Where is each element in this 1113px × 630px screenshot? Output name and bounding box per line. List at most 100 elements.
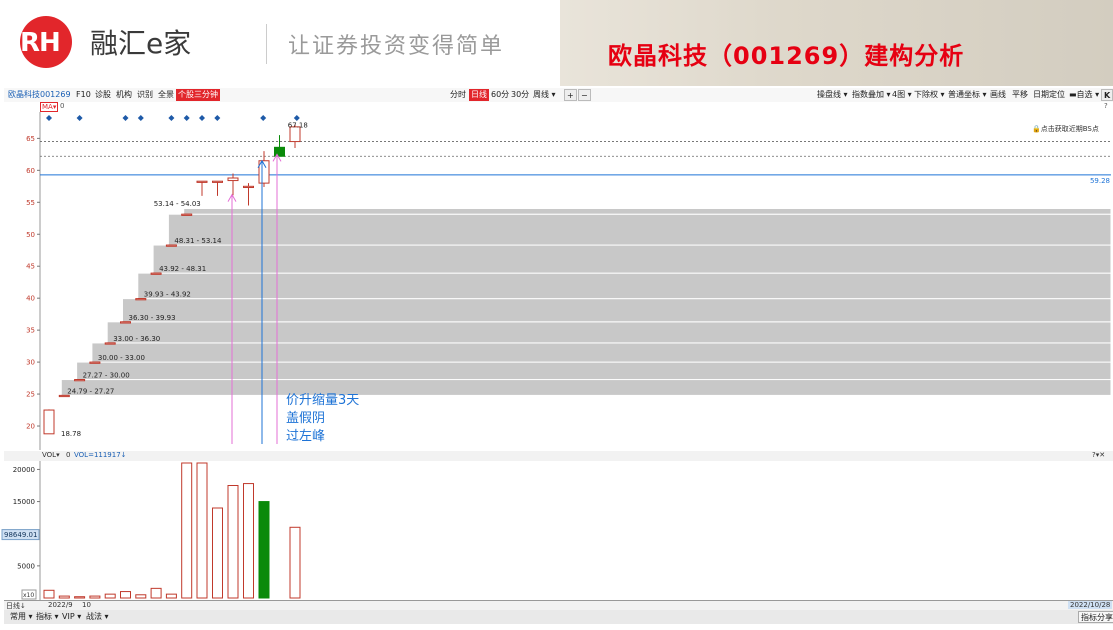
logo-mark: RH [20,28,61,58]
vol-value: 0 [66,451,71,459]
volume-bar [43,589,55,599]
price-tick-label: 55 [26,199,35,207]
step-label: 48.31 - 53.14 [174,237,222,245]
step-label: 30.00 - 33.00 [98,354,145,362]
volume-bar [104,593,116,599]
toolbar-item-three-minutes[interactable]: 个股三分钟 [176,89,220,101]
zoom-out-button[interactable]: − [578,89,591,101]
low-price-label: 18.78 [61,430,81,438]
period-tab-60min[interactable]: 60分 [489,89,511,101]
toolbar-item-institution[interactable]: 机构 [114,89,134,101]
price-tick-label: 20 [26,423,35,431]
collapse-icon[interactable]: K [1101,89,1113,101]
vol-tick-label: 5000 [17,562,35,570]
toolbar-item-panorama[interactable]: 全景 [156,89,176,101]
annotation-line: 价升缩量3天 [286,392,359,408]
chart-toolbar: 欧晶科技 001269 F10 诊股 机构 识别 全景 个股三分钟 分时 日线 … [4,88,1113,102]
volume-bar [58,595,70,599]
bs-point-icon [214,115,221,121]
date-axis: 日线↓ 2022/9 10 2022/10/28 [4,600,1113,610]
period-tab-weekly[interactable]: 周线 ▾ [531,89,558,101]
toolbar-item-identify[interactable]: 识别 [135,89,155,101]
volume-bar [212,507,223,599]
step-label: 39.93 - 43.92 [144,291,191,299]
step-label: 24.79 - 27.27 [67,387,114,395]
price-tick-label: 65 [26,135,35,143]
toolbar-index-overlay[interactable]: 指数叠加 ▾ [850,89,893,101]
logo-slogan: 让证券投资变得简单 [288,34,505,59]
ma-selector[interactable]: MA▾ [40,102,59,112]
candle-body [89,361,101,364]
screenshot-root: RH 融汇e家 让证券投资变得简单 欧晶科技（001269）建构分析 欧晶科技 … [0,0,1113,630]
toolbar-ex-rights[interactable]: 下除权 ▾ [912,89,947,101]
bs-point-icon [168,115,175,121]
bottom-menu: 常用 ▾ 指标 ▾ VIP ▾ 战法 ▾ 指标分享 [4,610,1113,624]
toolbar-pan[interactable]: 平移 [1010,89,1030,101]
indicator-share-button[interactable]: 指标分享 [1078,611,1113,623]
toolbar-item-diagnose[interactable]: 诊股 [93,89,113,101]
candle-body [227,177,239,182]
annotation-line: 过左峰 [286,429,325,444]
help-icon[interactable]: ? [1104,102,1108,111]
volume-bar [289,526,301,599]
stock-name[interactable]: 欧晶科技 [6,89,42,101]
step-zone [152,244,1112,274]
step-zone [137,272,1112,300]
page-title: 欧晶科技（001269）建构分析 [608,42,965,70]
toolbar-date-locate[interactable]: 日期定位 [1031,89,1067,101]
volume-bar [135,594,147,599]
price-tick-label: 45 [26,263,35,271]
step-zone [60,379,1112,396]
annotation-line: 盖假阴 [286,411,325,426]
bs-points-hint[interactable]: 🔒点击获取近期BS点 [1032,124,1099,134]
step-label: 53.14 - 54.03 [154,200,201,208]
toolbar-normal-axis[interactable]: 普通坐标 ▾ [946,89,989,101]
candle-body [274,146,285,157]
step-label: 43.92 - 48.31 [159,265,206,273]
bs-point-icon [122,115,129,121]
volume-bar [181,462,193,599]
vol-selector[interactable]: VOL▾ [42,451,60,459]
price-tick-label: 35 [26,327,35,335]
step-zone [91,342,1112,363]
menu-vip[interactable]: VIP ▾ [60,611,83,623]
step-zone [183,207,1112,215]
toolbar-item-f10[interactable]: F10 [74,89,93,101]
toolbar-operate-line[interactable]: 操盘线 ▾ [815,89,850,101]
menu-tactics[interactable]: 战法 ▾ [84,611,111,623]
step-label: 27.27 - 30.00 [83,372,130,380]
volume-bar [150,587,162,599]
candle-body [196,180,208,183]
toolbar-draw-line[interactable]: 画线 [988,89,1008,101]
period-tab-intraday[interactable]: 分时 [448,89,468,101]
zoom-in-button[interactable]: + [564,89,577,101]
stock-code[interactable]: 001269 [38,89,73,101]
step-label: 33.00 - 36.30 [113,335,160,343]
volume-bar [120,591,131,599]
candle-body [120,321,131,324]
menu-common[interactable]: 常用 ▾ [8,611,35,623]
high-price-label: 67.18 [288,121,308,129]
volume-bar [165,593,177,599]
menu-indicators[interactable]: 指标 ▾ [34,611,61,623]
candle-body [135,298,147,301]
vol-panel-controls[interactable]: ?▾✕ [1092,451,1105,459]
vol-detail: VOL=111917↓ [74,451,127,459]
period-tab-daily[interactable]: 日线 [469,89,489,101]
vol-tick-label: 15000 [13,498,35,506]
candle-body [181,213,193,216]
candle-body [58,394,70,398]
price-tick-label: 50 [26,231,35,239]
step-zone [167,213,1112,246]
candle-body [74,379,86,382]
volume-header: VOL▾ 0 VOL=111917↓ ?▾✕ [4,451,1113,461]
candle-body [212,180,223,183]
bs-point-icon [183,115,190,121]
vol-unit: x10 [23,592,34,599]
toolbar-four-charts[interactable]: 4图 ▾ [890,89,914,101]
volume-bar [243,483,254,599]
date-tick-2: 10 [82,601,91,609]
period-tab-30min[interactable]: 30分 [509,89,531,101]
toolbar-watchlist[interactable]: ▬自选 ▾ [1067,89,1101,101]
volume-chart: 20000 15000 5000 98649.01 x10 [1,461,301,600]
